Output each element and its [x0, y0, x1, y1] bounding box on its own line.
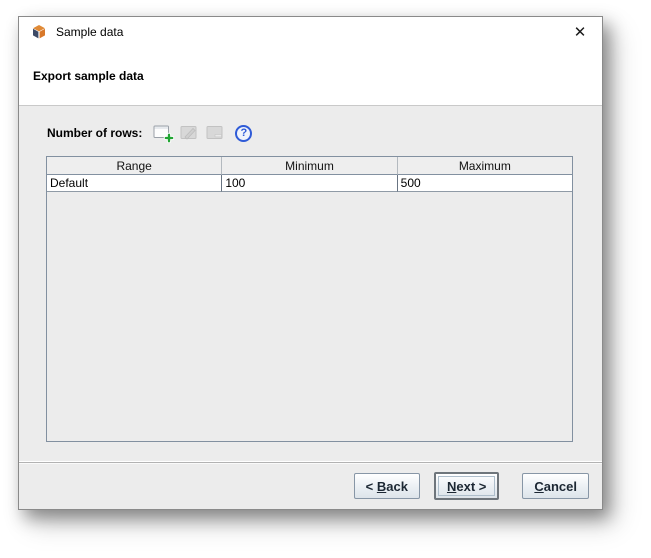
dialog-content: Number of rows: ? Range Minimum Maximum …: [19, 106, 602, 461]
help-icon: ?: [235, 124, 253, 142]
back-button[interactable]: < Back: [353, 473, 420, 499]
ranges-table: Range Minimum Maximum Default 100 500: [46, 156, 573, 442]
help-button[interactable]: ?: [235, 123, 253, 143]
titlebar: Sample data ✕: [19, 17, 602, 47]
column-header-maximum: Maximum: [397, 157, 572, 175]
column-header-minimum: Minimum: [222, 157, 398, 175]
table-remove-icon: [206, 126, 223, 139]
edit-range-button[interactable]: [180, 123, 200, 143]
cancel-label-post: ancel: [543, 478, 577, 494]
table-header-row: Range Minimum Maximum: [47, 157, 572, 175]
dialog-header-section: Sample data ✕ Export sample data: [19, 17, 602, 106]
column-header-range: Range: [47, 157, 223, 175]
table-edit-icon: [180, 126, 197, 140]
back-label-post: ack: [386, 478, 408, 494]
cell-range[interactable]: Default: [47, 175, 223, 192]
cell-minimum[interactable]: 100: [222, 175, 398, 192]
back-label-pre: <: [365, 478, 377, 494]
wizard-button-bar: < Back Next > Cancel: [19, 462, 602, 509]
remove-range-button[interactable]: [206, 123, 226, 143]
rows-toolbar: Number of rows: ?: [47, 121, 255, 145]
table-add-icon: [153, 125, 175, 143]
page-title: Export sample data: [33, 69, 144, 83]
close-icon[interactable]: ✕: [570, 22, 590, 42]
window-title: Sample data: [56, 25, 124, 39]
cell-maximum[interactable]: 500: [397, 175, 572, 192]
sample-data-dialog: Sample data ✕ Export sample data Number …: [18, 16, 603, 510]
number-of-rows-label: Number of rows:: [47, 126, 143, 140]
next-label-post: ext >: [456, 478, 487, 494]
next-button[interactable]: Next >: [433, 472, 500, 500]
add-range-button[interactable]: [153, 123, 175, 143]
table-row[interactable]: Default 100 500: [47, 175, 572, 192]
cancel-button[interactable]: Cancel: [522, 473, 589, 499]
app-icon: [33, 25, 45, 39]
next-label-mnemonic: N: [446, 478, 457, 494]
cancel-label-mnemonic: C: [534, 478, 544, 494]
back-label-mnemonic: B: [376, 478, 387, 494]
